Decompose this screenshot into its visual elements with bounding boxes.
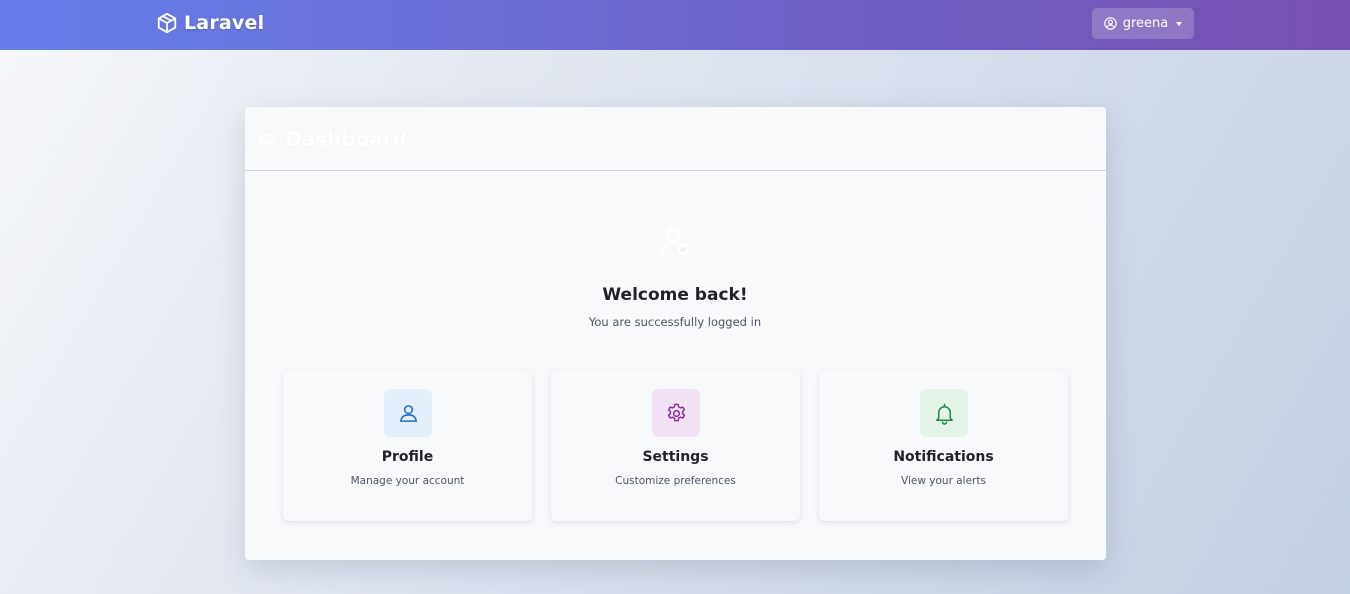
page-title: Dashboard — [285, 126, 407, 151]
settings-title: Settings — [642, 449, 709, 465]
settings-card[interactable]: Settings Customize preferences — [551, 370, 800, 521]
user-circle-icon — [1103, 17, 1117, 30]
notifications-icon-tile — [920, 389, 968, 437]
welcome-heading: Welcome back! — [602, 285, 748, 305]
user-check-icon — [661, 228, 689, 255]
profile-title: Profile — [381, 449, 434, 465]
brand-link[interactable]: Laravel — [156, 11, 264, 35]
notifications-description: View your alerts — [901, 475, 986, 487]
bell-icon — [935, 403, 953, 425]
notifications-card[interactable]: Notifications View your alerts — [819, 370, 1068, 521]
brand-name: Laravel — [184, 12, 265, 34]
notifications-title: Notifications — [893, 449, 994, 465]
user-name: greena — [1122, 16, 1169, 31]
welcome-subtitle: You are successfully logged in — [588, 315, 762, 329]
profile-description: Manage your account — [350, 475, 465, 487]
box-icon — [157, 12, 177, 34]
card-header: Dashboard — [245, 107, 1106, 171]
top-navbar: Laravel greena — [0, 0, 1350, 50]
profile-icon-tile — [384, 389, 432, 437]
speedometer-icon — [258, 134, 277, 145]
gear-icon — [667, 403, 685, 421]
settings-icon-tile — [652, 389, 700, 437]
caret-down-icon — [1176, 21, 1183, 26]
profile-card[interactable]: Profile Manage your account — [283, 370, 532, 521]
person-icon — [399, 404, 417, 422]
user-menu-button[interactable]: greena — [1092, 8, 1194, 39]
settings-description: Customize preferences — [615, 475, 736, 487]
